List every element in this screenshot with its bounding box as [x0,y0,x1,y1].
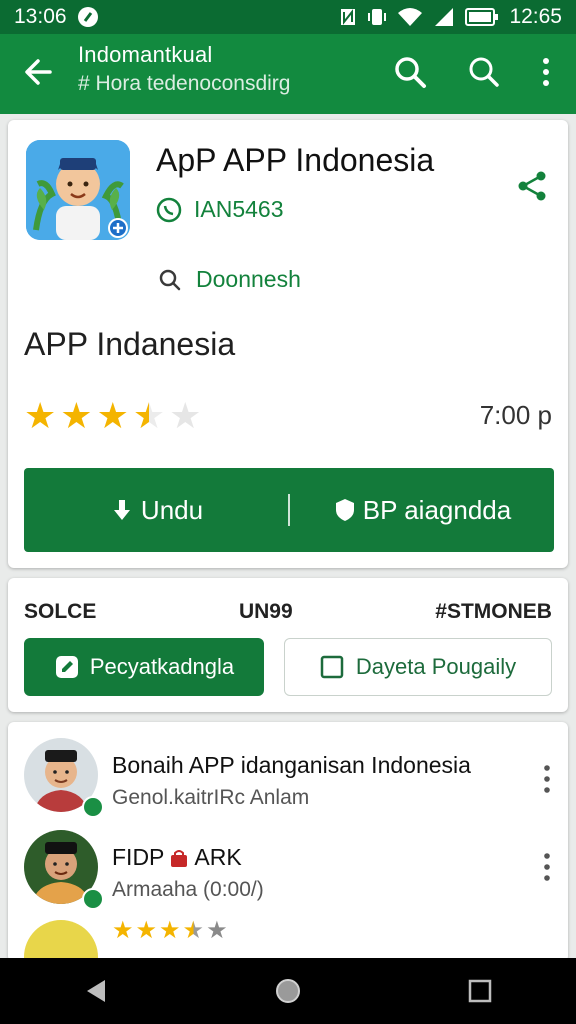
download-hand-icon [113,500,130,520]
app-bar-subtitle: # Hora tedenoconsdirg [78,72,291,95]
verified-badge-icon [82,796,104,818]
overflow-menu-icon[interactable] [528,54,564,90]
secondary-button[interactable]: Dayeta Pougaily [284,638,552,696]
primary-button-label: Pecyatkadngla [89,654,235,679]
back-arrow-icon[interactable] [20,54,56,90]
primary-button[interactable]: Pecyatkadngla [24,638,264,696]
edit-icon [55,656,78,678]
empty-star-icon: ★ [169,395,202,436]
vibrate-icon [368,9,387,25]
meta-source: SOLCE [24,600,97,623]
status-bar: 13:06 12:65 [0,0,576,34]
nav-home-icon[interactable] [274,977,302,1005]
nav-back-icon[interactable] [83,977,109,1005]
empty-star-icon: ★ [206,917,228,944]
star-icon: ★ [112,917,134,944]
checkbox-icon[interactable] [320,655,344,679]
signal-icon [435,8,454,26]
developer-id: IAN5463 [156,196,284,223]
secondary-action-label: BP aiagndda [362,494,512,525]
list-item-subtitle: Genol.kaitrIRc Anlam [112,786,310,809]
verified-badge-icon [82,888,104,910]
app-notification-icon [77,7,98,27]
search-icon-secondary[interactable] [466,54,502,90]
secondary-button-label: Dayeta Pougaily [355,654,517,679]
battery-icon [465,8,499,26]
developer-link[interactable]: Doonnesh [158,266,301,293]
developer-link-label: Doonnesh [196,266,301,292]
share-icon[interactable] [514,168,550,204]
app-subtitle: APP Indanesia [24,326,236,362]
list-item-subtitle: Armaaha (0:00/) [112,878,264,901]
developer-id-label: IAN5463 [194,196,284,222]
list-item[interactable]: Bonaih APP idanganisan Indonesia Genol.k… [8,734,568,824]
half-star-icon: ★ [132,395,166,436]
action-bar: Undu BP aiagndda [24,468,554,552]
status-time-right: 12:65 [509,5,562,28]
shield-icon [335,499,354,521]
list-card: Bonaih APP idanganisan Indonesia Genol.k… [8,722,568,962]
app-name: ApP APP Indonesia [156,142,435,178]
app-detail-card: ApP APP Indonesia IAN5463 Doonnesh APP I… [8,120,568,568]
star-icon: ★ [60,395,93,436]
download-label: Undu [140,494,204,525]
whatsapp-icon [156,197,182,222]
secondary-action-button[interactable]: BP aiagndda [290,468,554,552]
more-options-icon[interactable] [540,852,554,882]
half-star-icon: ★ [182,917,205,944]
status-time-left: 13:06 [14,5,67,28]
nfc-icon [341,9,356,25]
release-time: 7:00 p [479,400,552,430]
meta-version: UN99 [238,600,293,623]
lock-badge-icon [171,849,188,867]
download-button[interactable]: Undu [24,468,288,552]
system-nav-bar [0,958,576,1024]
more-options-icon[interactable] [540,764,554,794]
list-item[interactable]: FIDP ARK Armaaha (0:00/) [8,826,568,916]
list-item-rating: ★ ★ ★ ★ ★ [112,916,228,945]
rating-stars: ★ ★ ★ ★ ★ [24,396,201,436]
info-card: SOLCE UN99 #STMONEB Pecyatkadngla Dayeta… [8,578,568,712]
app-icon[interactable] [26,140,130,240]
meta-row: SOLCE UN99 #STMONEB [24,600,552,624]
search-icon[interactable] [392,54,428,90]
star-icon: ★ [159,917,181,944]
star-icon: ★ [135,917,158,944]
app-bar-title: Indomantkual [78,42,213,67]
list-item-title-row: FIDP ARK [112,844,242,871]
list-item[interactable]: ★ ★ ★ ★ ★ [8,916,568,962]
meta-tag: #STMONEB [435,600,552,623]
nav-recents-icon[interactable] [467,978,493,1004]
app-bar: Indomantkual # Hora tedenoconsdirg [0,34,576,114]
list-item-title: FIDP [112,844,165,870]
star-icon: ★ [24,395,57,436]
star-icon: ★ [96,395,129,436]
search-small-icon [159,269,181,290]
list-item-badge: ARK [194,844,242,870]
list-item-title: Bonaih APP idanganisan Indonesia [112,752,471,778]
avatar [24,920,98,962]
wifi-icon [398,8,423,26]
app-bar-titles: Indomantkual # Hora tedenoconsdirg [78,42,290,96]
